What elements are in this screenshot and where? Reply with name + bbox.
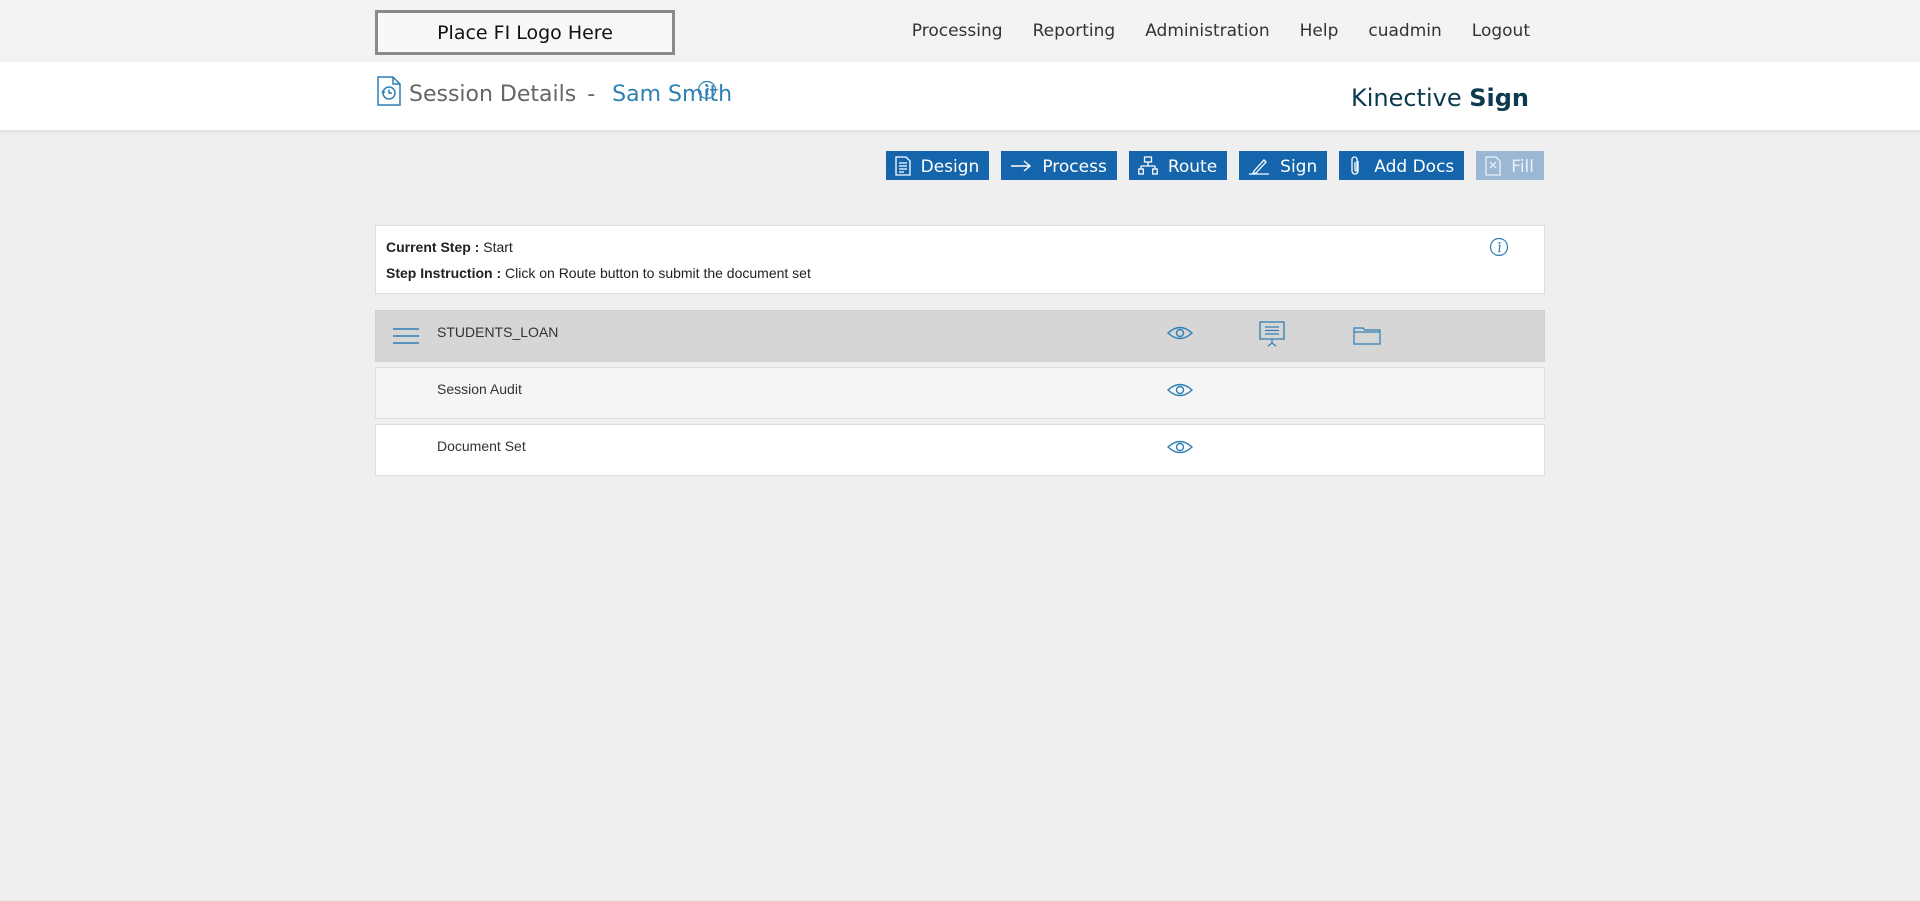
design-label: Design xyxy=(920,156,980,177)
design-icon xyxy=(894,155,911,176)
nav-user[interactable]: cuadmin xyxy=(1368,21,1441,41)
view-eye-icon[interactable] xyxy=(1167,382,1193,398)
fill-form-icon xyxy=(1485,155,1501,176)
page-title: Session Details - Sam Smith xyxy=(409,82,732,107)
document-label: Document Set xyxy=(437,438,526,454)
fill-button[interactable]: Fill xyxy=(1476,151,1544,180)
document-row-session-audit[interactable]: Session Audit xyxy=(375,367,1545,419)
document-label: Session Audit xyxy=(437,381,522,397)
nav-reporting[interactable]: Reporting xyxy=(1033,21,1116,41)
title-separator: - xyxy=(587,82,596,107)
fi-logo-placeholder: Place FI Logo Here xyxy=(375,10,675,55)
presentation-icon[interactable] xyxy=(1259,321,1285,347)
fill-label: Fill xyxy=(1511,156,1534,177)
view-eye-icon[interactable] xyxy=(1167,325,1193,341)
current-step-row: Current Step : Start xyxy=(386,239,513,255)
main-nav: Processing Reporting Administration Help… xyxy=(882,21,1530,41)
brand-regular: Kinective xyxy=(1350,84,1462,112)
current-step-value: Start xyxy=(483,239,513,255)
step-info-icon[interactable] xyxy=(1489,237,1509,257)
document-row-students-loan[interactable]: STUDENTS_LOAN xyxy=(375,310,1545,362)
document-row-document-set[interactable]: Document Set xyxy=(375,424,1545,476)
page-header: Session Details - Sam Smith Kinective Si… xyxy=(0,62,1920,130)
step-instruction-value: Click on Route button to submit the docu… xyxy=(505,265,811,281)
step-instruction-label: Step Instruction : xyxy=(386,265,502,281)
hamburger-menu-icon[interactable] xyxy=(393,327,419,345)
action-toolbar: Design Process Route Sign Add Docs Fill xyxy=(885,151,1544,180)
arrow-right-icon xyxy=(1011,159,1032,172)
info-icon[interactable] xyxy=(697,80,717,100)
folder-icon[interactable] xyxy=(1353,325,1381,345)
sign-button[interactable]: Sign xyxy=(1239,151,1328,180)
session-history-icon xyxy=(377,76,401,106)
top-bar: Place FI Logo Here Processing Reporting … xyxy=(0,0,1920,62)
process-label: Process xyxy=(1042,156,1107,177)
process-button[interactable]: Process xyxy=(1001,151,1117,180)
brand-bold: Sign xyxy=(1469,84,1529,112)
page-title-text: Session Details xyxy=(409,82,577,107)
nav-processing[interactable]: Processing xyxy=(912,21,1003,41)
step-instruction-row: Step Instruction : Click on Route button… xyxy=(386,265,811,281)
route-label: Route xyxy=(1167,156,1218,177)
brand-logo: Kinective Sign xyxy=(1351,84,1529,112)
current-step-label: Current Step : xyxy=(386,239,480,255)
nav-administration[interactable]: Administration xyxy=(1145,21,1269,41)
nav-logout[interactable]: Logout xyxy=(1472,21,1530,41)
paperclip-icon xyxy=(1351,155,1359,175)
route-button[interactable]: Route xyxy=(1128,151,1228,180)
route-icon xyxy=(1137,155,1158,175)
design-button[interactable]: Design xyxy=(885,151,990,180)
pen-icon xyxy=(1249,158,1270,175)
document-label: STUDENTS_LOAN xyxy=(437,324,559,340)
add-docs-label: Add Docs xyxy=(1374,156,1455,177)
nav-help[interactable]: Help xyxy=(1300,21,1339,41)
sign-label: Sign xyxy=(1280,156,1318,177)
view-eye-icon[interactable] xyxy=(1167,439,1193,455)
step-panel: Current Step : Start Step Instruction : … xyxy=(375,225,1545,294)
add-docs-button[interactable]: Add Docs xyxy=(1339,151,1465,180)
